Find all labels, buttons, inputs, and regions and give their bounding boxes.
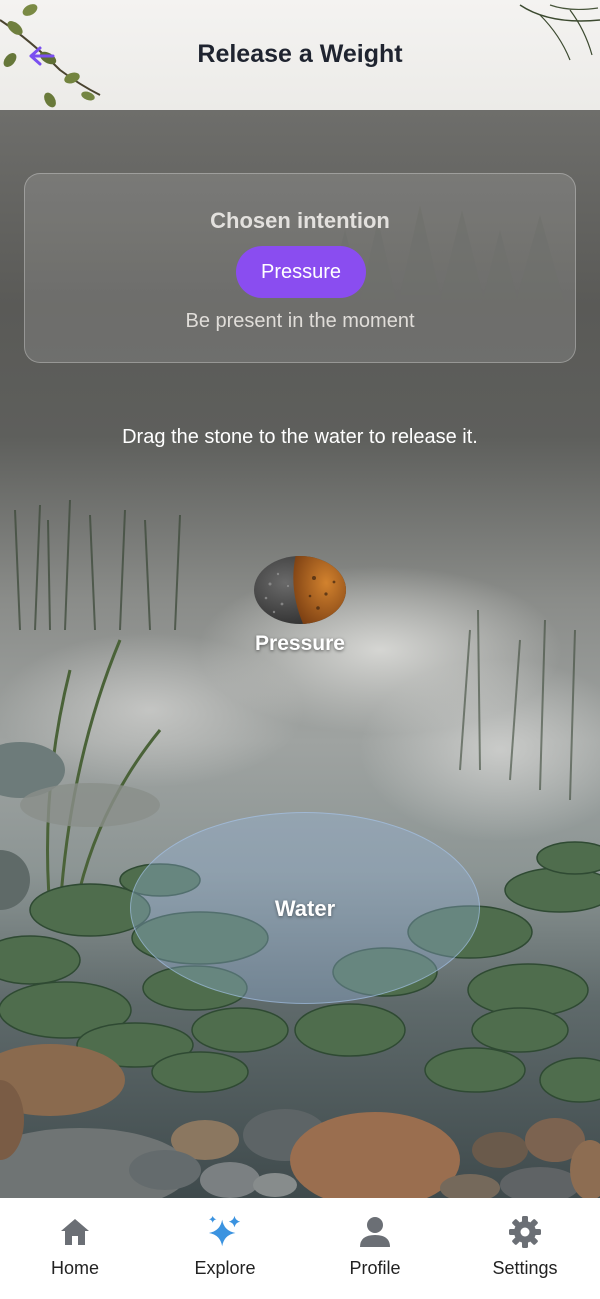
bottom-navigation: Home Explore Profile Settings xyxy=(0,1198,600,1299)
nav-label-home: Home xyxy=(50,1258,99,1278)
sparkles-icon xyxy=(207,1214,243,1250)
stone-label: Pressure xyxy=(255,632,345,655)
intention-chip[interactable]: Pressure xyxy=(236,246,366,298)
nav-item-explore[interactable]: Explore xyxy=(150,1198,300,1299)
intention-card: Chosen intention Pressure Be present in … xyxy=(24,173,576,363)
nav-item-home[interactable]: Home xyxy=(0,1198,150,1299)
release-weight-screen: Release a Weight Chosen intention Pressu… xyxy=(0,0,600,1299)
nav-label-explore: Explore xyxy=(194,1258,256,1278)
intention-heading: Chosen intention xyxy=(210,208,390,233)
water-drop-zone[interactable]: Water xyxy=(130,812,480,1004)
gear-icon xyxy=(507,1214,543,1250)
nav-item-settings[interactable]: Settings xyxy=(450,1198,600,1299)
pond-scene: Chosen intention Pressure Be present in … xyxy=(0,110,600,1198)
stone-icon[interactable] xyxy=(252,554,348,626)
nav-label-settings: Settings xyxy=(492,1258,558,1278)
home-icon xyxy=(57,1214,93,1250)
intention-subtitle: Be present in the moment xyxy=(185,310,415,332)
nav-item-profile[interactable]: Profile xyxy=(300,1198,450,1299)
instruction-text: Drag the stone to the water to release i… xyxy=(122,426,478,448)
water-label: Water xyxy=(274,896,336,921)
nav-label-profile: Profile xyxy=(349,1258,401,1278)
person-icon xyxy=(357,1214,393,1250)
header: Release a Weight xyxy=(0,0,600,110)
page-title: Release a Weight xyxy=(197,40,403,68)
